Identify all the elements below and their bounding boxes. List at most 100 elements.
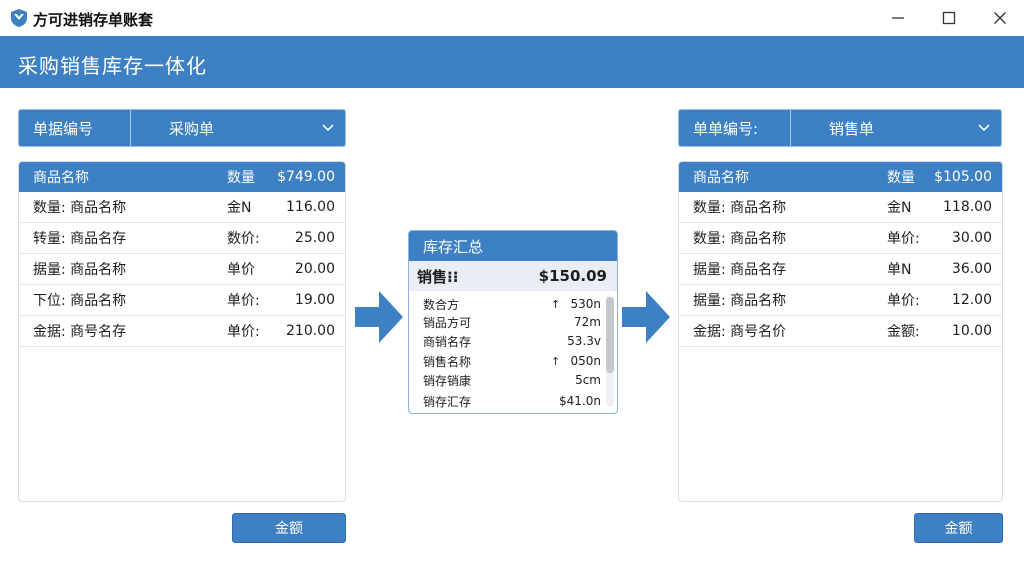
cell-type: 单价:: [887, 293, 920, 309]
trend-up-icon: ↑: [551, 297, 561, 311]
cell-type: 数价:: [227, 231, 260, 247]
summary-total-label: 销售⁝⁝: [417, 267, 459, 286]
list-item[interactable]: 商销名存 53.3v: [409, 332, 605, 350]
summary-row-name: 商销名存: [423, 334, 472, 349]
cell-name: 数量: 商品名称: [693, 200, 787, 216]
cell-name: 金据: 商号名价: [693, 324, 787, 340]
cell-amount: 12.00: [951, 292, 992, 308]
cell-type: 单价:: [227, 293, 260, 309]
table-row[interactable]: 数量: 商品名称 金N 118.00: [679, 192, 1002, 223]
column-header-total: $749.00: [277, 169, 335, 185]
amount-button-right[interactable]: 金额: [914, 513, 1003, 543]
table-row[interactable]: 数量: 商品名称 金N 116.00: [19, 192, 345, 223]
table-row[interactable]: 据量: 商品名称 单价 20.00: [19, 254, 345, 285]
sales-table: 商品名称 数量 $105.00 数量: 商品名称 金N 118.00 数量: 商…: [678, 161, 1003, 502]
cell-type: 金N: [227, 200, 252, 216]
cell-type: 金额:: [887, 324, 920, 340]
close-icon: [994, 12, 1006, 24]
cell-amount: 36.00: [951, 261, 992, 277]
summary-row-name: 数合方: [423, 297, 460, 312]
column-header-name: 商品名称: [693, 170, 749, 186]
cell-type: 金N: [887, 200, 912, 216]
table-row[interactable]: 转量: 商品名存 数价: 25.00: [19, 223, 345, 254]
summary-row-name: 销存销康: [423, 373, 472, 388]
summary-total: 销售⁝⁝ $150.09: [409, 261, 617, 291]
shield-logo-icon: [11, 9, 27, 27]
list-item[interactable]: 数合方 ↑ 530n: [409, 295, 605, 313]
minimize-button[interactable]: [874, 0, 922, 36]
app-title: 方可进销存单账套: [33, 11, 154, 29]
title-bar: 方可进销存单账套: [0, 0, 1024, 36]
sales-order-selector[interactable]: 单单编号: 销售单: [678, 109, 1002, 147]
selector-label: 单单编号:: [679, 110, 791, 146]
column-header-qty: 数量: [227, 170, 255, 186]
dropdown-toggle[interactable]: [311, 110, 345, 146]
list-item[interactable]: 销品方可 72m: [409, 313, 605, 331]
selector-label: 单据编号: [19, 110, 131, 146]
cell-amount: 25.00: [294, 230, 335, 246]
summary-row-value: 050n: [570, 354, 601, 368]
list-item[interactable]: 销存销康 5cm: [409, 371, 605, 389]
column-header-total: $105.00: [934, 169, 992, 185]
cell-name: 数量: 商品名称: [693, 231, 787, 247]
trend-up-icon: ↑: [551, 354, 561, 368]
maximize-button[interactable]: [925, 0, 973, 36]
table-row[interactable]: 数量: 商品名称 单价: 30.00: [679, 223, 1002, 254]
cell-name: 金据: 商号名存: [33, 324, 127, 340]
maximize-icon: [942, 11, 956, 25]
dropdown-toggle[interactable]: [967, 110, 1001, 146]
table-row[interactable]: 据量: 商品名称 单价: 12.00: [679, 285, 1002, 316]
selector-value: 采购单: [169, 119, 215, 138]
page-header: 采购销售库存一体化: [0, 36, 1024, 88]
page-title: 采购销售库存一体化: [18, 54, 207, 78]
summary-row-name: 销品方可: [423, 315, 472, 330]
purchase-order-selector[interactable]: 单据编号 采购单: [18, 109, 346, 147]
summary-row-value: 5cm: [575, 373, 601, 387]
cell-amount: 20.00: [294, 261, 335, 277]
arrow-right-icon: [355, 291, 403, 343]
table-header: 商品名称 数量 $105.00: [679, 162, 1002, 192]
table-row[interactable]: 下位: 商品名称 单价: 19.00: [19, 285, 345, 316]
cell-name: 据量: 商品名称: [693, 293, 787, 309]
cell-type: 单价:: [887, 231, 920, 247]
column-header-name: 商品名称: [33, 170, 89, 186]
table-row[interactable]: 据量: 商品名存 单N 36.00: [679, 254, 1002, 285]
cell-name: 下位: 商品名称: [33, 293, 127, 309]
cell-amount: 210.00: [286, 323, 335, 339]
cell-amount: 118.00: [943, 199, 992, 215]
cell-name: 转量: 商品名存: [33, 231, 127, 247]
close-button[interactable]: [976, 0, 1024, 36]
purchase-table: 商品名称 数量 $749.00 数量: 商品名称 金N 116.00 转量: 商…: [18, 161, 346, 502]
list-item[interactable]: 销售名称 ↑ 050n: [409, 352, 605, 370]
minimize-icon: [892, 17, 904, 19]
column-header-qty: 数量: [887, 170, 915, 186]
cell-amount: 116.00: [286, 199, 335, 215]
summary-row-name: 销存汇存: [423, 394, 472, 409]
summary-row-value: $41.0n: [559, 394, 601, 408]
amount-button-left[interactable]: 金额: [232, 513, 346, 543]
summary-row-value: 72m: [574, 315, 601, 329]
chevron-down-icon: [978, 124, 990, 132]
summary-title: 库存汇总: [409, 231, 617, 261]
list-item[interactable]: 销存汇存 $41.0n: [409, 392, 605, 410]
arrow-right-icon: [622, 291, 670, 343]
cell-type: 单N: [887, 262, 912, 278]
summary-row-value: 53.3v: [567, 334, 601, 348]
cell-amount: 30.00: [951, 230, 992, 246]
summary-row-value: 530n: [570, 297, 601, 311]
cell-name: 数量: 商品名称: [33, 200, 127, 216]
cell-name: 据量: 商品名称: [33, 262, 127, 278]
summary-total-value: $150.09: [538, 267, 607, 285]
table-row[interactable]: 金据: 商号名存 单价: 210.00: [19, 316, 345, 347]
summary-row-name: 销售名称: [423, 354, 472, 369]
scrollbar-thumb[interactable]: [606, 297, 614, 373]
table-header: 商品名称 数量 $749.00: [19, 162, 345, 192]
table-row[interactable]: 金据: 商号名价 金额: 10.00: [679, 316, 1002, 347]
inventory-summary-card: 库存汇总 销售⁝⁝ $150.09 数合方 ↑ 530n 销品方可 72m 商销…: [408, 230, 618, 414]
cell-amount: 10.00: [951, 323, 992, 339]
cell-type: 单价: [227, 262, 255, 278]
cell-amount: 19.00: [294, 292, 335, 308]
selector-value: 销售单: [829, 119, 875, 138]
cell-type: 单价:: [227, 324, 260, 340]
cell-name: 据量: 商品名存: [693, 262, 787, 278]
